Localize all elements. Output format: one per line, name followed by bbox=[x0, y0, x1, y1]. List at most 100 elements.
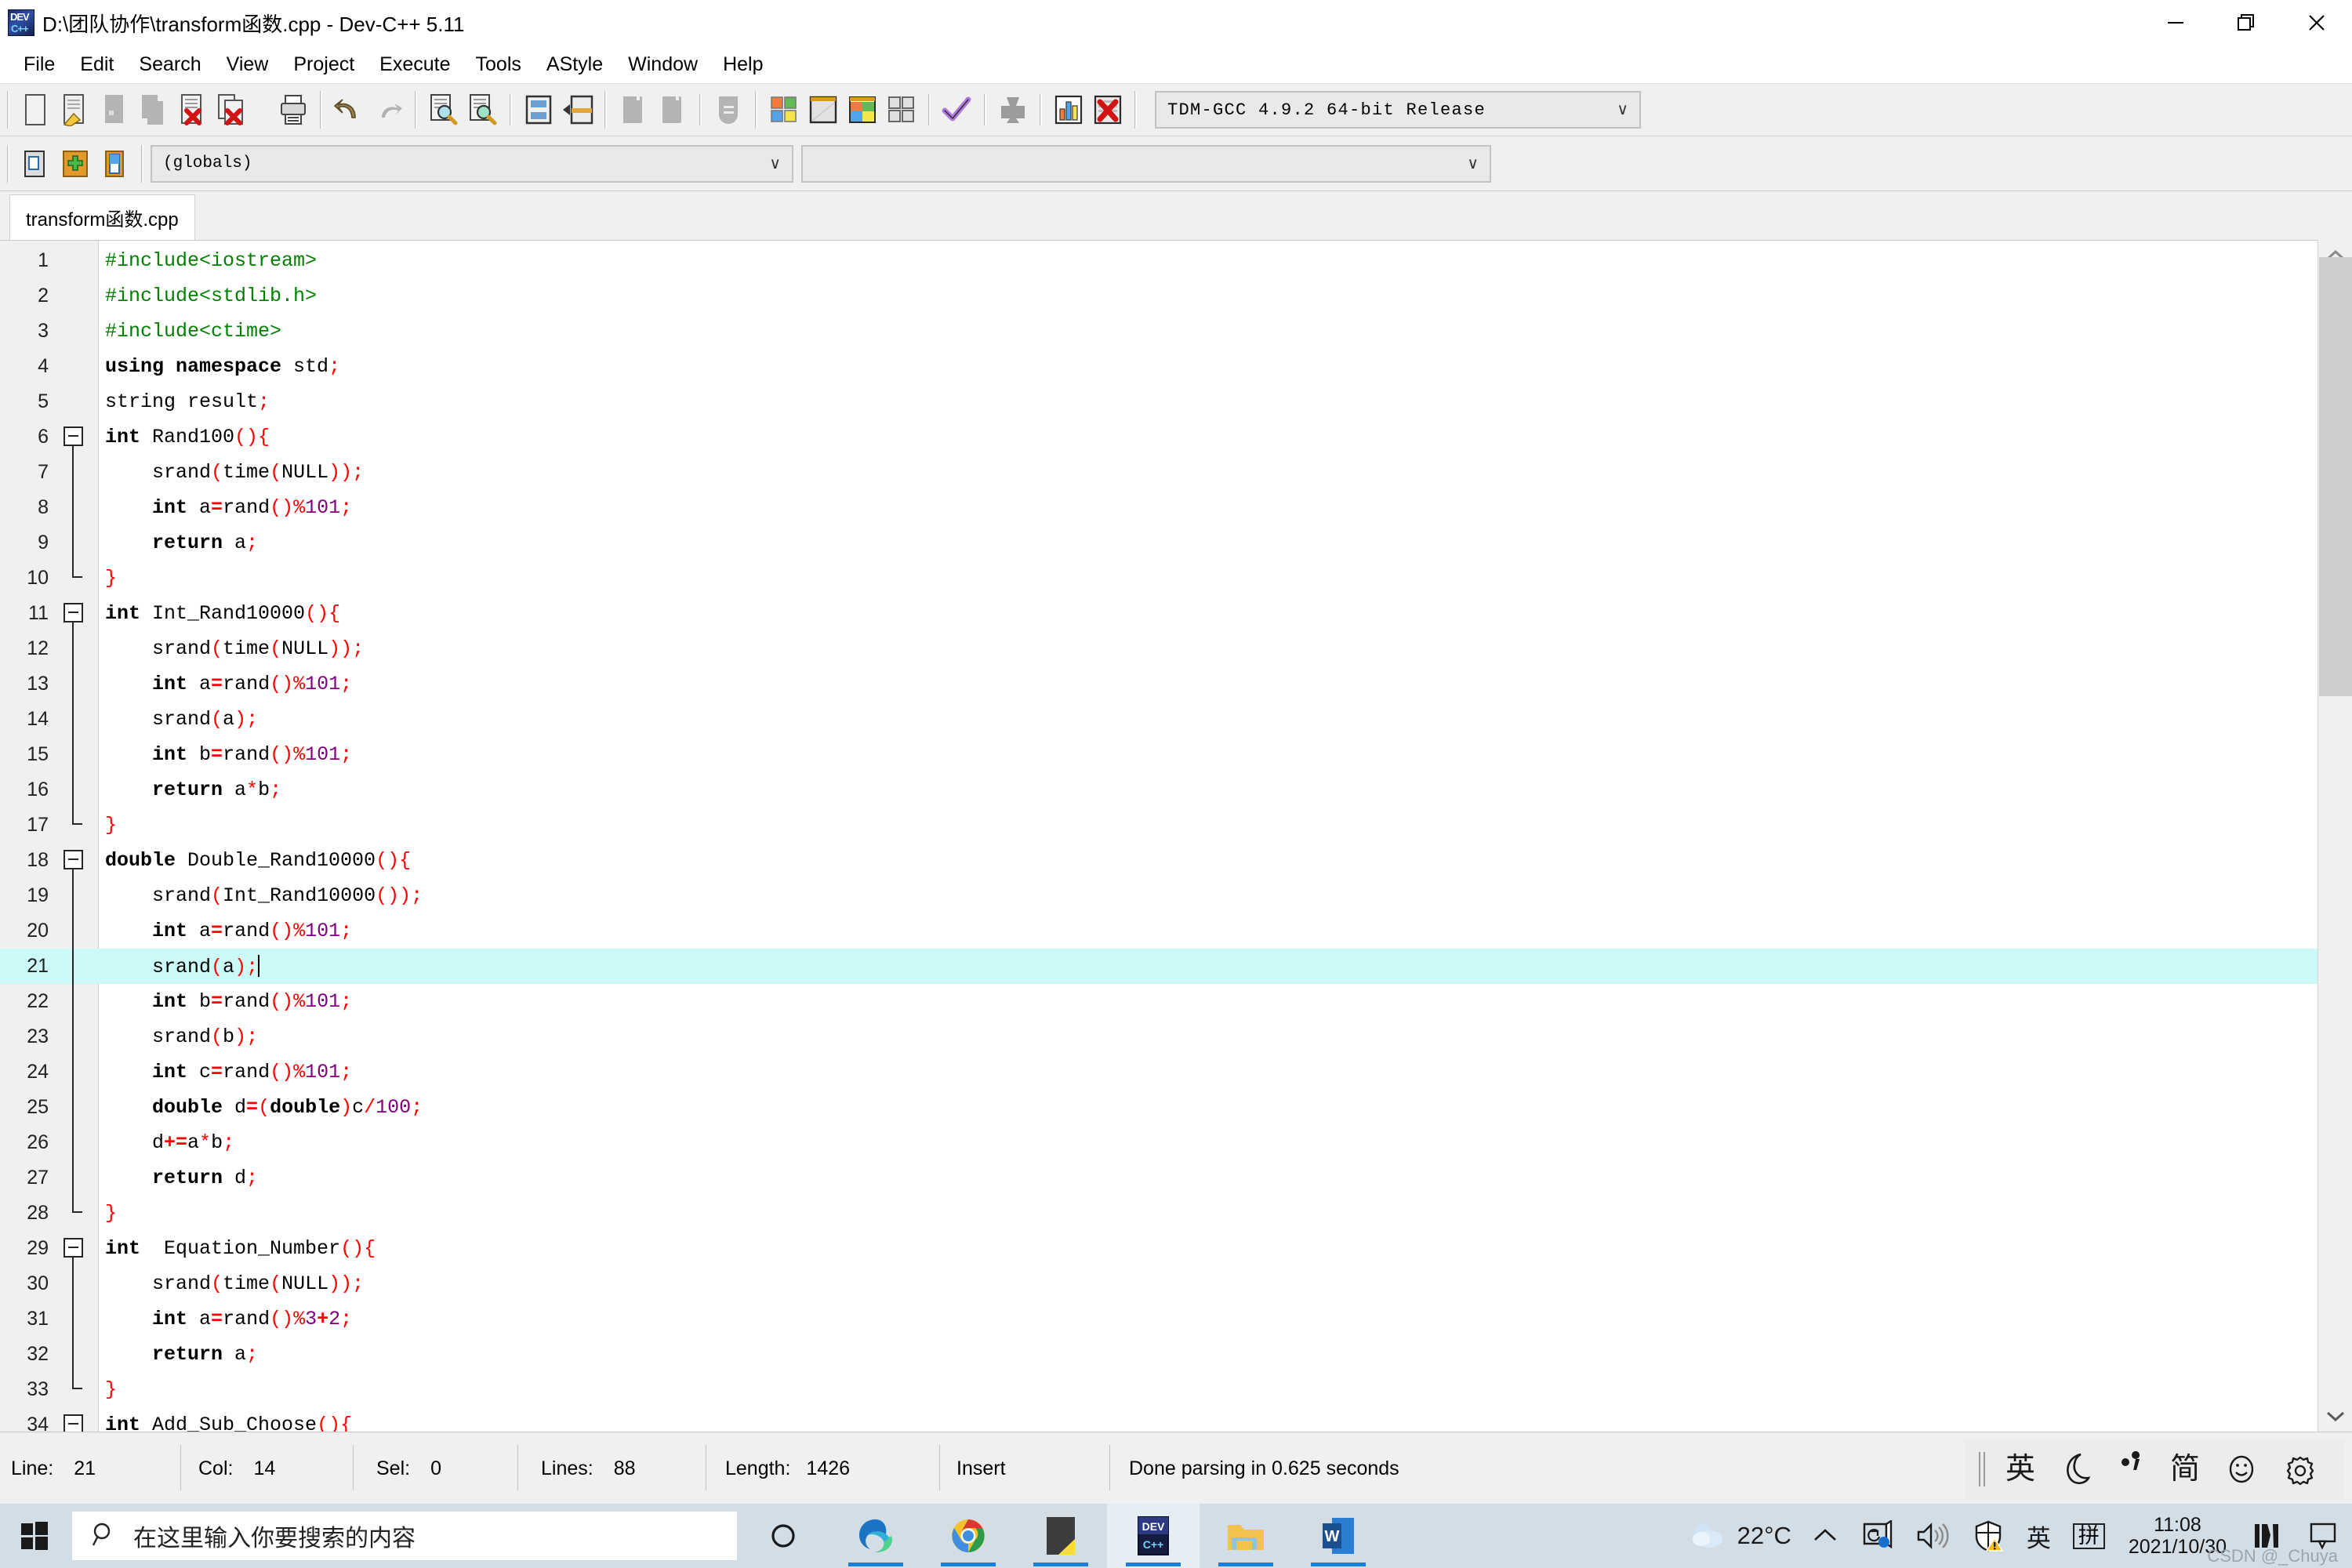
toggle-breakpoint-icon[interactable] bbox=[57, 143, 93, 184]
code-line-21[interactable]: 21 srand(a); bbox=[0, 949, 2352, 984]
code-line-15[interactable]: 15 int b=rand()%101; bbox=[0, 737, 2352, 772]
close-file-icon[interactable] bbox=[175, 89, 211, 130]
new-file-icon[interactable] bbox=[18, 89, 54, 130]
ime-settings-gear-icon[interactable] bbox=[2283, 1451, 2318, 1487]
redo-icon[interactable] bbox=[370, 89, 406, 130]
ime-mode-english-icon[interactable]: 英 bbox=[2005, 1454, 2035, 1484]
stop-execution-icon[interactable] bbox=[995, 89, 1031, 130]
maximize-restore-button[interactable] bbox=[2211, 0, 2281, 45]
scroll-down-icon[interactable] bbox=[2318, 1400, 2352, 1432]
goto-icon[interactable] bbox=[96, 143, 132, 184]
taskbar-chrome[interactable] bbox=[922, 1504, 1014, 1568]
security-warning-icon[interactable] bbox=[1961, 1519, 2016, 1552]
tab-transform-cpp[interactable]: transform函数.cpp bbox=[9, 194, 195, 240]
code-line-4[interactable]: 4 using namespace std; bbox=[0, 349, 2352, 384]
taskbar-word[interactable]: W bbox=[1292, 1504, 1385, 1568]
volume-icon[interactable] bbox=[1904, 1520, 1961, 1552]
code-editor[interactable]: 1 #include<iostream> 2 #include<stdlib.h> 3 #… bbox=[0, 240, 2352, 1432]
menu-help[interactable]: Help bbox=[710, 50, 775, 79]
code-line-9[interactable]: 9 return a; bbox=[0, 525, 2352, 561]
compiler-select[interactable]: TDM-GCC 4.9.2 64-bit Release ∨ bbox=[1155, 91, 1641, 129]
scrollbar-thumb[interactable] bbox=[2319, 257, 2352, 696]
code-line-31[interactable]: 31 int a=rand()%3+2; bbox=[0, 1301, 2352, 1337]
save-file-icon[interactable] bbox=[96, 89, 132, 130]
menu-edit[interactable]: Edit bbox=[67, 50, 126, 79]
taskbar-search-box[interactable]: 在这里输入你要搜索的内容 bbox=[72, 1512, 737, 1560]
menu-view[interactable]: View bbox=[214, 50, 281, 79]
code-line-28[interactable]: 28} bbox=[0, 1196, 2352, 1231]
menu-search[interactable]: Search bbox=[126, 50, 213, 79]
close-button[interactable] bbox=[2281, 0, 2352, 45]
compile-run-icon[interactable] bbox=[844, 89, 880, 130]
find-icon[interactable] bbox=[426, 89, 462, 130]
code-line-29[interactable]: 29 int Equation_Number(){ bbox=[0, 1231, 2352, 1266]
insert-icon[interactable] bbox=[18, 143, 54, 184]
code-line-22[interactable]: 22 int b=rand()%101; bbox=[0, 984, 2352, 1019]
new-project-icon[interactable] bbox=[615, 89, 652, 130]
menu-astyle[interactable]: AStyle bbox=[534, 50, 615, 79]
windows-start-button[interactable] bbox=[0, 1504, 69, 1568]
code-line-33[interactable]: 33} bbox=[0, 1372, 2352, 1407]
code-line-18[interactable]: 18 double Double_Rand10000(){ bbox=[0, 843, 2352, 878]
goto-line-icon[interactable] bbox=[521, 89, 557, 130]
code-line-11[interactable]: 11 int Int_Rand10000(){ bbox=[0, 596, 2352, 631]
goto-function-icon[interactable] bbox=[560, 89, 596, 130]
ime-drag-handle[interactable] bbox=[1978, 1452, 1985, 1486]
profile-icon[interactable] bbox=[1051, 89, 1087, 130]
code-line-34[interactable]: 34 int Add_Sub_Choose(){ bbox=[0, 1407, 2352, 1432]
open-file-icon[interactable] bbox=[57, 89, 93, 130]
code-line-32[interactable]: 32 return a; bbox=[0, 1337, 2352, 1372]
code-line-7[interactable]: 7 srand(time(NULL)); bbox=[0, 455, 2352, 490]
fold-toggle-icon[interactable] bbox=[56, 596, 99, 631]
code-line-16[interactable]: 16 return a*b; bbox=[0, 772, 2352, 808]
save-all-icon[interactable] bbox=[136, 89, 172, 130]
symbol-select[interactable]: ∨ bbox=[801, 144, 1491, 183]
code-line-8[interactable]: 8 int a=rand()%101; bbox=[0, 490, 2352, 525]
compile-icon[interactable] bbox=[766, 89, 802, 130]
code-line-14[interactable]: 14 srand(a); bbox=[0, 702, 2352, 737]
code-line-6[interactable]: 6 int Rand100(){ bbox=[0, 419, 2352, 455]
code-line-19[interactable]: 19 srand(Int_Rand10000()); bbox=[0, 878, 2352, 913]
fold-toggle-icon[interactable] bbox=[56, 1407, 99, 1432]
code-line-20[interactable]: 20 int a=rand()%101; bbox=[0, 913, 2352, 949]
menu-tools[interactable]: Tools bbox=[463, 50, 534, 79]
menu-execute[interactable]: Execute bbox=[367, 50, 463, 79]
print-icon[interactable] bbox=[275, 89, 311, 130]
code-line-24[interactable]: 24 int c=rand()%101; bbox=[0, 1054, 2352, 1090]
taskbar-explorer[interactable] bbox=[1200, 1504, 1292, 1568]
code-line-13[interactable]: 13 int a=rand()%101; bbox=[0, 666, 2352, 702]
code-line-30[interactable]: 30 srand(time(NULL)); bbox=[0, 1266, 2352, 1301]
code-line-23[interactable]: 23 srand(b); bbox=[0, 1019, 2352, 1054]
code-line-25[interactable]: 25 double d=(double)c/100; bbox=[0, 1090, 2352, 1125]
code-line-5[interactable]: 5 string result; bbox=[0, 384, 2352, 419]
weather-icon[interactable] bbox=[1678, 1519, 1737, 1553]
code-line-17[interactable]: 17} bbox=[0, 808, 2352, 843]
code-line-10[interactable]: 10} bbox=[0, 561, 2352, 596]
menu-file[interactable]: File bbox=[11, 50, 67, 79]
ime-pinyin-icon[interactable]: 拼 bbox=[2062, 1523, 2116, 1549]
ime-emoji-icon[interactable] bbox=[2225, 1451, 2258, 1487]
ime-lang-icon[interactable]: 英 bbox=[2016, 1519, 2062, 1554]
syntax-check-icon[interactable] bbox=[939, 89, 975, 130]
taskbar-cortana[interactable] bbox=[737, 1504, 829, 1568]
code-line-3[interactable]: 3 #include<ctime> bbox=[0, 314, 2352, 349]
fold-toggle-icon[interactable] bbox=[56, 419, 99, 455]
ime-moon-icon[interactable] bbox=[2060, 1451, 2092, 1487]
replace-icon[interactable] bbox=[465, 89, 501, 130]
code-line-12[interactable]: 12 srand(time(NULL)); bbox=[0, 631, 2352, 666]
weather-temperature[interactable]: 22°C bbox=[1737, 1522, 1791, 1550]
undo-icon[interactable] bbox=[331, 89, 367, 130]
taskbar-notes[interactable] bbox=[1014, 1504, 1107, 1568]
scope-select[interactable]: (globals) ∨ bbox=[151, 144, 793, 183]
code-line-2[interactable]: 2 #include<stdlib.h> bbox=[0, 278, 2352, 314]
project-options-icon[interactable] bbox=[710, 89, 746, 130]
code-line-27[interactable]: 27 return d; bbox=[0, 1160, 2352, 1196]
run-icon[interactable] bbox=[805, 89, 841, 130]
taskbar-edge[interactable] bbox=[829, 1504, 922, 1568]
taskbar-devcpp[interactable]: DEV C++ bbox=[1107, 1504, 1200, 1568]
close-all-icon[interactable] bbox=[214, 89, 250, 130]
ime-floating-toolbar[interactable]: 英 简 bbox=[1964, 1439, 2344, 1499]
editor-vertical-scrollbar[interactable] bbox=[2318, 240, 2352, 1432]
ime-punctuation-icon[interactable] bbox=[2117, 1451, 2145, 1487]
debug-icon[interactable] bbox=[1090, 89, 1126, 130]
